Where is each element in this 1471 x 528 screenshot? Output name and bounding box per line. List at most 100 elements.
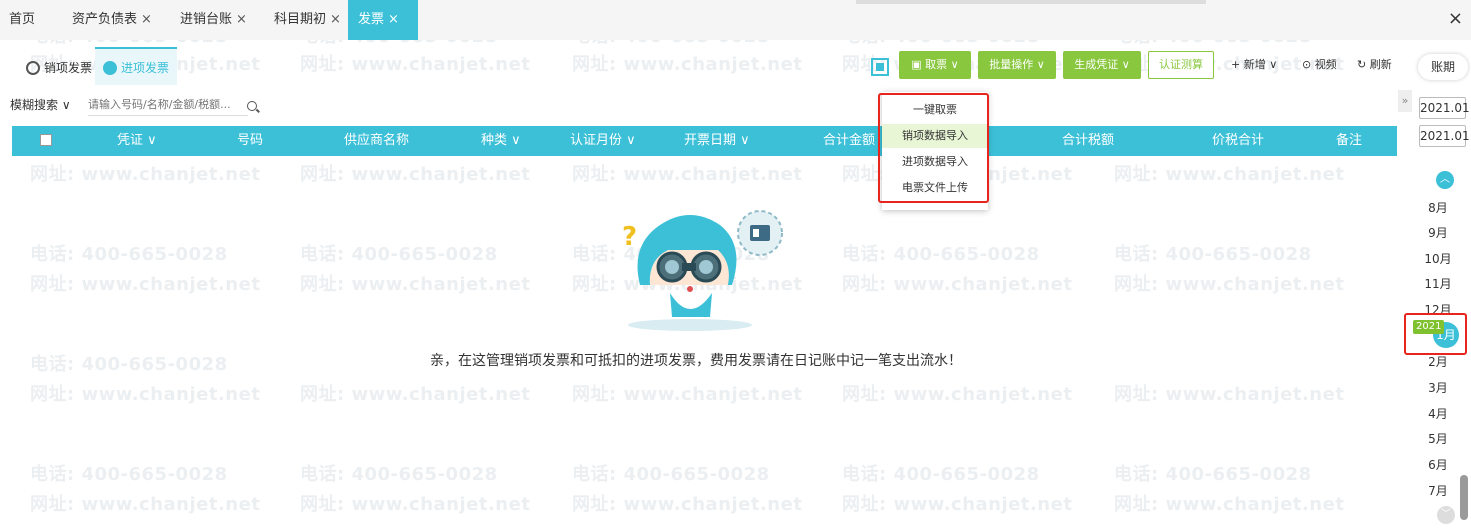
chevron-down-icon: ∨: [736, 133, 750, 148]
watermark-phone: 电话: 400-665-0028: [30, 464, 228, 485]
tab-sales-invoice[interactable]: 销项发票: [18, 47, 100, 85]
chevron-down-icon: ∨: [507, 133, 521, 148]
menu-item-purchase-import[interactable]: 进项数据导入: [882, 150, 988, 174]
month-item[interactable]: 10月: [1420, 250, 1456, 267]
search-icon[interactable]: [247, 101, 257, 111]
col-kind[interactable]: 种类 ∨: [481, 126, 521, 156]
watermark-web: 网址: www.chanjet.net: [842, 384, 1073, 405]
watermark-web: 网址: www.chanjet.net: [30, 384, 261, 405]
period-from[interactable]: 2021.01: [1419, 97, 1470, 119]
col-total-with-tax: 价税合计: [1212, 133, 1265, 148]
window-close-icon[interactable]: ×: [1448, 8, 1463, 29]
chevron-down-icon: ∨: [622, 133, 636, 148]
col-total-amount: 合计金额: [823, 133, 876, 148]
tab-label: 科目期初: [274, 12, 327, 27]
video-button[interactable]: ⊙ 视频: [1302, 51, 1337, 79]
chevron-down-icon: ∨: [143, 133, 157, 148]
svg-text:?: ?: [622, 222, 637, 252]
search-input[interactable]: [88, 94, 248, 116]
tab-label: 首页: [9, 12, 36, 27]
fetch-label: 取票: [925, 58, 948, 71]
subtab-label: 进项发票: [121, 61, 170, 75]
month-item[interactable]: 12月: [1420, 301, 1456, 318]
close-icon[interactable]: ×: [388, 12, 399, 27]
watermark-web: 网址: www.chanjet.net: [30, 274, 261, 295]
scroll-up-icon[interactable]: ︿: [1436, 171, 1454, 189]
watermark-web: 网址: www.chanjet.net: [30, 164, 261, 185]
top-popup-edge: [856, 0, 1206, 4]
close-icon[interactable]: ×: [236, 12, 247, 27]
month-item[interactable]: 9月: [1420, 224, 1456, 241]
col-total-tax: 合计税额: [1062, 133, 1115, 148]
month-item[interactable]: 11月: [1420, 275, 1456, 292]
tab-label: 进销台账: [180, 12, 233, 27]
fetch-icon: ▣: [911, 58, 926, 71]
watermark-phone: 电话: 400-665-0028: [842, 464, 1040, 485]
chevron-down-icon: ∨: [58, 98, 71, 112]
watermark-web: 网址: www.chanjet.net: [1114, 274, 1345, 295]
month-item[interactable]: 8月: [1420, 199, 1456, 216]
fetch-invoice-button[interactable]: ▣ 取票 ∨: [899, 51, 971, 79]
chevron-down-icon: ∨: [1033, 58, 1045, 71]
watermark-web: 网址: www.chanjet.net: [300, 384, 531, 405]
video-label: 视频: [1314, 58, 1337, 71]
scrollbar[interactable]: [1460, 475, 1468, 520]
collapse-rail-icon[interactable]: »: [1398, 90, 1412, 112]
period-button[interactable]: 账期: [1418, 54, 1468, 80]
menu-item-one-click-fetch[interactable]: 一键取票: [882, 98, 988, 122]
search-mode-select[interactable]: 模糊搜索 ∨: [10, 96, 71, 113]
fetch-dropdown-menu: 一键取票 销项数据导入 进项数据导入 电票文件上传: [882, 92, 988, 210]
watermark-phone: 电话: 400-665-0028: [300, 244, 498, 265]
add-label: 新增: [1243, 58, 1266, 71]
month-item[interactable]: 6月: [1420, 456, 1456, 473]
play-icon: ⊙: [1302, 58, 1315, 71]
col-voucher[interactable]: 凭证 ∨: [117, 126, 157, 156]
menu-item-sales-import[interactable]: 销项数据导入: [882, 124, 988, 148]
batch-operation-button[interactable]: 批量操作 ∨: [978, 51, 1056, 79]
refresh-button[interactable]: ↻ 刷新: [1357, 51, 1392, 79]
certify-calc-button[interactable]: 认证测算: [1148, 51, 1214, 79]
watermark-web: 网址: www.chanjet.net: [300, 54, 531, 75]
subtab-label: 销项发票: [44, 61, 93, 75]
col-label: 认证月份: [570, 133, 623, 148]
col-remark: 备注: [1336, 133, 1363, 148]
generate-voucher-button[interactable]: 生成凭证 ∨: [1063, 51, 1141, 79]
qr-scan-icon[interactable]: [871, 58, 889, 76]
tab-label: 发票: [358, 12, 385, 27]
watermark-web: 网址: www.chanjet.net: [842, 274, 1073, 295]
period-to[interactable]: 2021.01: [1419, 125, 1470, 147]
select-all-checkbox[interactable]: [40, 134, 52, 146]
tab-ledger[interactable]: 进销台账 ×: [180, 0, 247, 40]
month-item[interactable]: 7月: [1420, 482, 1456, 499]
tab-home[interactable]: 首页: [9, 0, 35, 40]
watermark-phone: 电话: 400-665-0028: [30, 354, 228, 375]
empty-state-mascot-image: ?: [622, 210, 783, 331]
refresh-icon: ↻: [1357, 58, 1370, 71]
month-item[interactable]: 2月: [1420, 353, 1456, 370]
certify-label: 认证测算: [1159, 58, 1203, 71]
menu-item-e-invoice-upload[interactable]: 电票文件上传: [882, 176, 988, 200]
tab-invoice[interactable]: 发票 ×: [348, 0, 418, 40]
invoice-in-icon: [103, 61, 117, 75]
col-issue-date[interactable]: 开票日期 ∨: [684, 126, 750, 156]
col-number: 号码: [237, 133, 264, 148]
scroll-down-icon[interactable]: ﹀: [1437, 506, 1455, 524]
col-cert-month[interactable]: 认证月份 ∨: [570, 126, 636, 156]
month-item[interactable]: 3月: [1420, 379, 1456, 396]
col-supplier: 供应商名称: [344, 133, 410, 148]
close-icon[interactable]: ×: [141, 12, 152, 27]
watermark-web: 网址: www.chanjet.net: [572, 54, 803, 75]
watermark-phone: 电话: 400-665-0028: [572, 464, 770, 485]
tab-balance-sheet[interactable]: 资产负债表 ×: [72, 0, 152, 40]
tab-purchase-invoice[interactable]: 进项发票: [95, 47, 178, 85]
watermark-web: 网址: www.chanjet.net: [1114, 164, 1345, 185]
watermark-phone: 电话: 400-665-0028: [1114, 244, 1312, 265]
month-item[interactable]: 4月: [1420, 405, 1456, 422]
month-item[interactable]: 5月: [1420, 430, 1456, 447]
close-icon[interactable]: ×: [330, 12, 341, 27]
watermark-web: 网址: www.chanjet.net: [300, 494, 531, 515]
tab-opening-balance[interactable]: 科目期初 ×: [274, 0, 341, 40]
add-button[interactable]: + 新增 ∨: [1231, 51, 1277, 79]
watermark-web: 网址: www.chanjet.net: [300, 274, 531, 295]
search-mode-label: 模糊搜索: [10, 98, 59, 112]
